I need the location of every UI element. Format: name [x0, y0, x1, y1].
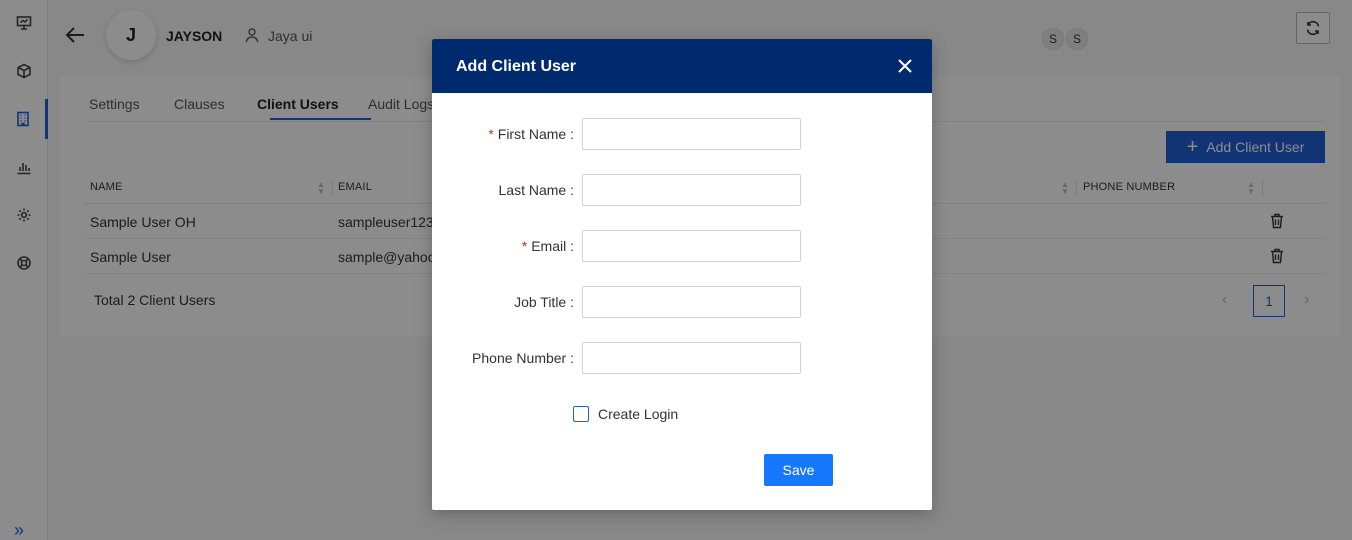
modal-title: Add Client User — [456, 58, 577, 75]
label-colon: : — [570, 294, 574, 310]
email-label: * Email : — [522, 238, 574, 254]
form-row-phone-number: Phone Number : — [432, 342, 932, 374]
job-title-input[interactable] — [582, 286, 801, 318]
create-login-label[interactable]: Create Login — [598, 406, 678, 422]
save-button[interactable]: Save — [764, 454, 833, 486]
last-name-label-text: Last Name — [498, 182, 567, 198]
email-input[interactable] — [582, 230, 801, 262]
close-icon[interactable] — [896, 57, 914, 75]
form-row-first-name: * First Name : — [432, 118, 932, 150]
form-row-email: * Email : — [432, 230, 932, 262]
label-colon: : — [570, 126, 574, 142]
phone-number-label: Phone Number : — [472, 350, 574, 366]
job-title-label: Job Title : — [514, 294, 574, 310]
job-title-label-text: Job Title — [514, 294, 567, 310]
add-client-user-modal: Add Client User * First Name : Last Name … — [432, 39, 932, 510]
required-mark: * — [488, 126, 494, 142]
form-row-last-name: Last Name : — [432, 174, 932, 206]
form-row-job-title: Job Title : — [432, 286, 932, 318]
modal-header: Add Client User — [432, 39, 932, 93]
phone-number-input[interactable] — [582, 342, 801, 374]
required-mark: * — [521, 238, 528, 254]
last-name-input[interactable] — [582, 174, 801, 206]
label-colon: : — [570, 182, 574, 198]
label-colon: : — [570, 350, 574, 366]
last-name-label: Last Name : — [499, 182, 574, 198]
phone-number-label-text: Phone Number — [472, 350, 567, 366]
create-login-checkbox[interactable] — [573, 406, 589, 422]
email-label-text: Email — [531, 238, 567, 254]
label-colon: : — [570, 238, 574, 254]
first-name-label-text: First Name — [497, 126, 567, 142]
first-name-input[interactable] — [582, 118, 801, 150]
create-login-option[interactable]: Create Login — [573, 405, 678, 423]
first-name-label: * First Name : — [488, 126, 574, 142]
